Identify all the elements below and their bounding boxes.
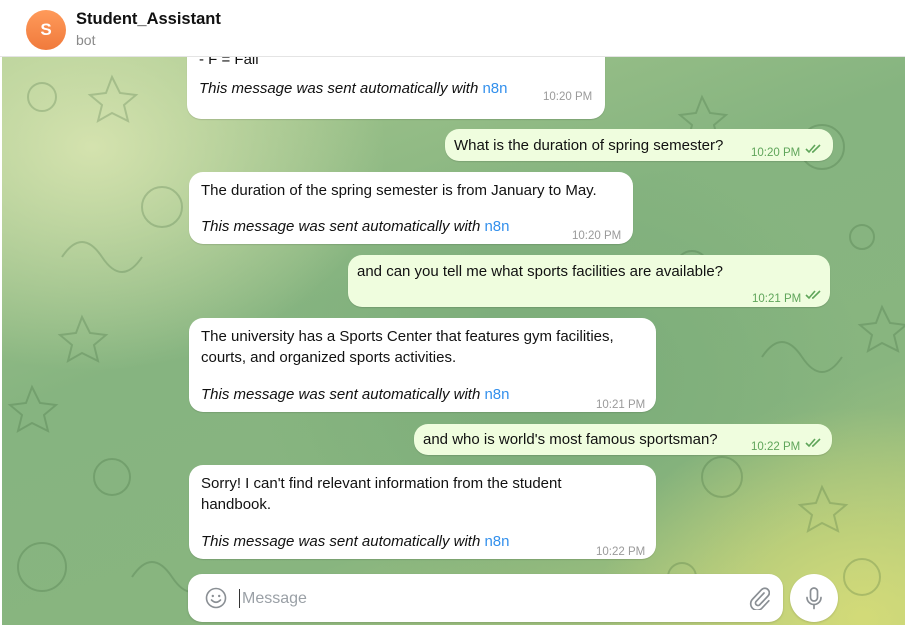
message-line: The university has a Sports Center that … (201, 328, 614, 345)
n8n-link[interactable]: n8n (484, 218, 509, 235)
microphone-icon (806, 587, 822, 610)
message-time: 10:22 PM (751, 441, 801, 453)
message-text: What is the duration of spring semester? (454, 137, 724, 154)
message-list[interactable]: - F = Fall This message was sent automat… (2, 57, 905, 625)
message-line: courts, and organized sports activities. (201, 349, 457, 366)
message-composer (188, 574, 783, 622)
message-incoming[interactable]: The university has a Sports Center that … (189, 318, 656, 412)
message-line: handbook. (201, 496, 272, 513)
paperclip-icon[interactable] (748, 586, 770, 610)
message-outgoing[interactable]: and can you tell me what sports faciliti… (348, 255, 830, 307)
message-time: 10:21 PM (752, 293, 802, 305)
double-check-icon (805, 144, 821, 154)
message-text: - F = Fall (199, 57, 259, 68)
message-time: 10:20 PM (751, 147, 801, 159)
n8n-link[interactable]: n8n (484, 386, 509, 403)
message-incoming[interactable]: The duration of the spring semester is f… (189, 172, 633, 244)
message-incoming[interactable]: - F = Fall This message was sent automat… (187, 57, 605, 119)
message-time: 10:20 PM (543, 91, 593, 103)
chat-subtitle: bot (76, 32, 96, 48)
chat-title[interactable]: Student_Assistant (76, 10, 221, 29)
message-input[interactable] (240, 586, 724, 612)
auto-sent-note: This message was sent automatically with… (199, 80, 508, 97)
avatar[interactable]: S (26, 10, 66, 50)
message-text: and who is world's most famous sportsman… (423, 431, 718, 448)
smile-icon[interactable] (205, 587, 227, 609)
message-time: 10:22 PM (596, 546, 646, 558)
message-text: and can you tell me what sports faciliti… (357, 263, 724, 280)
double-check-icon (805, 438, 821, 448)
voice-record-button[interactable] (790, 574, 838, 622)
message-text: The university has a Sports Center that … (201, 326, 614, 368)
auto-sent-note: This message was sent automatically with… (201, 533, 510, 550)
message-text: The duration of the spring semester is f… (201, 182, 597, 199)
message-line: Sorry! I can't find relevant information… (201, 475, 562, 492)
auto-sent-note: This message was sent automatically with… (201, 386, 510, 403)
message-time: 10:21 PM (596, 399, 646, 411)
message-time: 10:20 PM (572, 230, 622, 242)
chat-header: S Student_Assistant bot (0, 0, 905, 57)
double-check-icon (805, 290, 821, 300)
message-outgoing[interactable]: and who is world's most famous sportsman… (414, 424, 832, 455)
auto-sent-note: This message was sent automatically with… (201, 218, 510, 235)
message-text: Sorry! I can't find relevant information… (201, 473, 562, 515)
n8n-link[interactable]: n8n (482, 80, 507, 97)
message-outgoing[interactable]: What is the duration of spring semester?… (445, 129, 833, 161)
n8n-link[interactable]: n8n (484, 533, 509, 550)
message-incoming[interactable]: Sorry! I can't find relevant information… (189, 465, 656, 559)
